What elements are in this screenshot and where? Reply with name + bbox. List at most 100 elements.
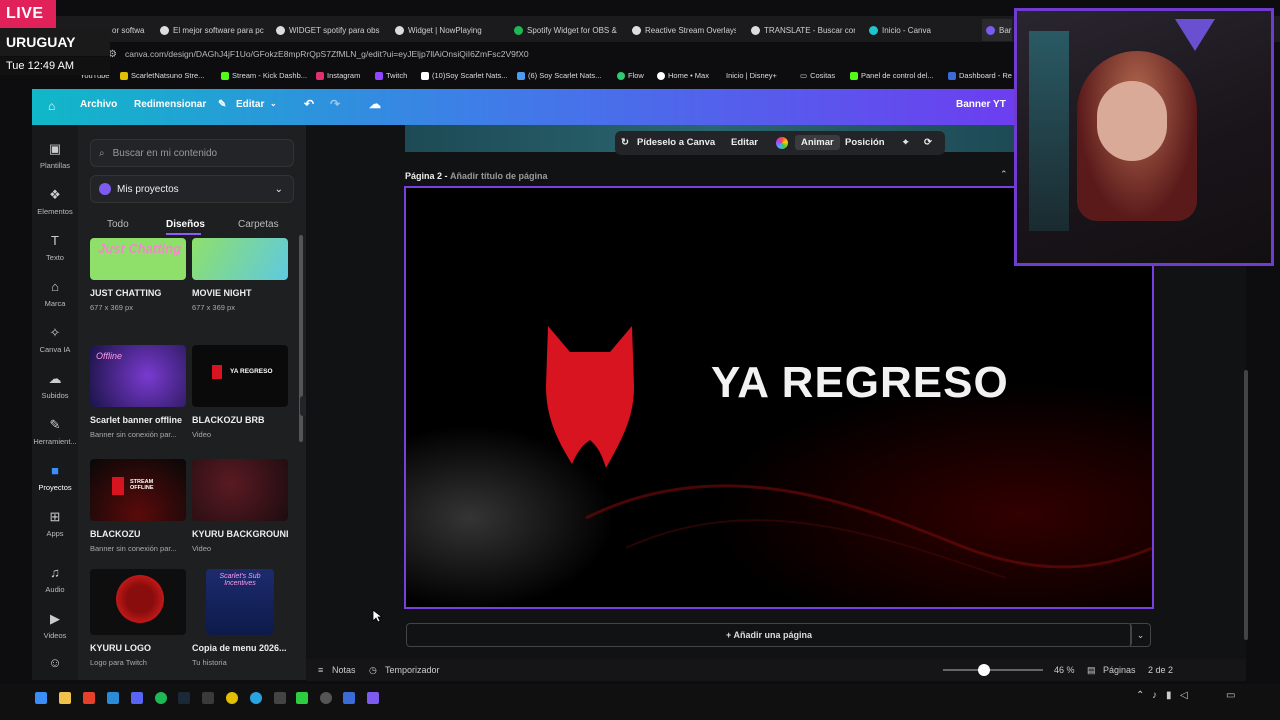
- design-card[interactable]: KYURU BACKGROUND Video: [192, 459, 288, 553]
- volume-icon[interactable]: ◁: [1180, 690, 1188, 701]
- bookmark[interactable]: Instagram: [316, 71, 360, 80]
- card-subtitle: Banner sin conexión par...: [90, 544, 177, 553]
- sidebar-item-plantillas[interactable]: ▣ Plantillas: [32, 141, 78, 170]
- add-page-button[interactable]: + Añadir una página: [406, 623, 1132, 647]
- undo-icon[interactable]: ↶: [304, 97, 314, 111]
- projects-dropdown[interactable]: Mis proyectos ⌄: [90, 175, 294, 203]
- sidebar-item-videos[interactable]: ▶ Videos: [32, 611, 78, 640]
- brave-icon[interactable]: [83, 692, 95, 704]
- zoom-level[interactable]: 46 %: [1054, 665, 1075, 675]
- design-card[interactable]: Offline Scarlet banner offline Banner si…: [90, 345, 186, 439]
- browser-tab[interactable]: WIDGET spotify para obs: [276, 19, 380, 41]
- sidebar-item-apps[interactable]: ⊞ Apps: [32, 509, 78, 538]
- browser-tab[interactable]: Inicio - Canva: [869, 19, 973, 41]
- browser-tab[interactable]: or softwa: [112, 19, 156, 41]
- bookmark[interactable]: Panel de control del...: [850, 71, 934, 80]
- browser-tab[interactable]: TRANSLATE - Buscar con: [751, 19, 855, 41]
- tab-carpetas[interactable]: Carpetas: [238, 219, 279, 230]
- design-title[interactable]: Banner YT: [956, 99, 1006, 110]
- temporizador-button[interactable]: Temporizador: [385, 665, 440, 675]
- canvas-scrollbar[interactable]: [1244, 370, 1248, 640]
- design-headline[interactable]: YA REGRESO: [711, 358, 1009, 408]
- microphone-icon[interactable]: ♪: [1152, 690, 1157, 701]
- screen: or softwa El mejor software para pc WIDG…: [0, 0, 1280, 720]
- paginas-button[interactable]: Páginas: [1103, 665, 1136, 675]
- home-icon[interactable]: ⌂: [48, 99, 55, 113]
- chevron-up-icon[interactable]: ⌃: [1000, 169, 1008, 180]
- notas-button[interactable]: Notas: [332, 665, 356, 675]
- windows-start-icon[interactable]: [35, 692, 47, 704]
- bookmark[interactable]: Twitch: [375, 71, 407, 80]
- fox-logo-icon[interactable]: [544, 326, 636, 468]
- paint-roller-icon[interactable]: ⌖: [903, 137, 908, 148]
- sidebar-item-marca[interactable]: ⌂ Marca: [32, 279, 78, 308]
- browser-tab-active[interactable]: Bar: [982, 19, 1012, 41]
- design-card[interactable]: YA REGRESO BLACKOZU BRB Video: [192, 345, 288, 439]
- file-explorer-icon[interactable]: [59, 692, 71, 704]
- card-subtitle: Logo para Twitch: [90, 658, 147, 667]
- battery-icon[interactable]: ▮: [1166, 690, 1172, 701]
- search-input[interactable]: ⌕ Buscar en mi contenido: [90, 139, 294, 167]
- browser-tab[interactable]: Reactive Stream Overlays: [632, 19, 736, 41]
- redimensionar-button[interactable]: Redimensionar: [134, 99, 206, 110]
- bookmark[interactable]: (6) Soy Scarlet Nats...: [517, 71, 601, 80]
- xbox-icon[interactable]: [202, 692, 214, 704]
- chevron-down-icon[interactable]: ⌄: [270, 99, 277, 108]
- cloud-save-icon[interactable]: ☁: [369, 97, 381, 111]
- redo-icon[interactable]: ↷: [330, 97, 340, 111]
- sidebar-item-herramientas[interactable]: ✎ Herramient...: [32, 417, 78, 446]
- tray-chevron-up-icon[interactable]: ⌃: [1136, 690, 1144, 701]
- bookmark[interactable]: ScarletNatsuno Stre...: [120, 71, 204, 80]
- design-card[interactable]: MOVIE NIGHT 677 x 369 px: [192, 238, 288, 312]
- more-icon[interactable]: ☺: [32, 655, 78, 675]
- design-card[interactable]: Just Chatting JUST CHATTING 677 x 369 px: [90, 238, 186, 312]
- app-icon[interactable]: [226, 692, 238, 704]
- animar-button[interactable]: Animar: [795, 135, 840, 150]
- browser-tab[interactable]: Spotify Widget for OBS &: [514, 19, 618, 41]
- bookmark[interactable]: (10)Soy Scarlet Nats...: [421, 71, 507, 80]
- vscode-icon[interactable]: [343, 692, 355, 704]
- bookmark-folder[interactable]: ▭ Cositas: [800, 71, 835, 80]
- zoom-slider-handle[interactable]: [978, 664, 990, 676]
- notifications-icon[interactable]: ▭: [1226, 690, 1235, 701]
- design-card[interactable]: STREAM OFFLINE BLACKOZU Banner sin conex…: [90, 459, 186, 553]
- sidebar-item-subidos[interactable]: ☁ Subidos: [32, 371, 78, 400]
- design-card[interactable]: Scarlet's Sub Incentives Copia de menu 2…: [192, 569, 288, 667]
- editar-menu[interactable]: Editar: [236, 99, 264, 110]
- sidebar-item-canva-ia[interactable]: ✧ Canva IA: [32, 325, 78, 354]
- design-card[interactable]: KYURU LOGO Logo para Twitch: [90, 569, 186, 667]
- discord-icon[interactable]: [131, 692, 143, 704]
- steam-icon[interactable]: [178, 692, 190, 704]
- archivo-menu[interactable]: Archivo: [80, 99, 117, 110]
- app-icon[interactable]: [367, 692, 379, 704]
- tab-todo[interactable]: Todo: [107, 219, 129, 230]
- pideselo-button[interactable]: Pídeselo a Canva: [637, 137, 715, 148]
- obs-icon[interactable]: [320, 692, 332, 704]
- app-icon[interactable]: [274, 692, 286, 704]
- color-wheel-icon[interactable]: [776, 137, 788, 149]
- spotify-icon[interactable]: [155, 692, 167, 704]
- sidebar-item-texto[interactable]: T Texto: [32, 233, 78, 262]
- add-page-dropdown[interactable]: ⌄: [1130, 623, 1151, 647]
- bookmark[interactable]: Home • Max: [657, 71, 709, 80]
- sidebar-item-proyectos[interactable]: ■ Proyectos: [32, 463, 78, 492]
- zoom-slider[interactable]: [943, 664, 1043, 676]
- add-page-title[interactable]: Añadir título de página: [450, 171, 548, 181]
- posicion-button[interactable]: Posición: [845, 137, 885, 148]
- bookmark[interactable]: Flow: [617, 71, 644, 80]
- editar-button[interactable]: Editar: [731, 137, 758, 148]
- app-icon[interactable]: [107, 692, 119, 704]
- bookmark[interactable]: Dashboard - Re: [948, 71, 1012, 80]
- bookmark[interactable]: Stream - Kick Dashb...: [221, 71, 307, 80]
- design-thumbnail: [90, 569, 186, 635]
- browser-tab[interactable]: El mejor software para pc: [160, 19, 264, 41]
- sidebar-item-audio[interactable]: ♫ Audio: [32, 565, 78, 594]
- bookmark[interactable]: Inicio | Disney+: [726, 71, 777, 80]
- sidebar-item-elementos[interactable]: ❖ Elementos: [32, 187, 78, 216]
- tab-disenos[interactable]: Diseños: [166, 219, 205, 230]
- app-icon[interactable]: [296, 692, 308, 704]
- browser-tab[interactable]: Widget | NowPlaying: [395, 19, 499, 41]
- address-bar[interactable]: ⚙ canva.com/design/DAGhJ4jF1Uo/GFokzE8mp…: [108, 44, 1018, 64]
- refresh-icon[interactable]: ⟳: [924, 137, 932, 148]
- telegram-icon[interactable]: [250, 692, 262, 704]
